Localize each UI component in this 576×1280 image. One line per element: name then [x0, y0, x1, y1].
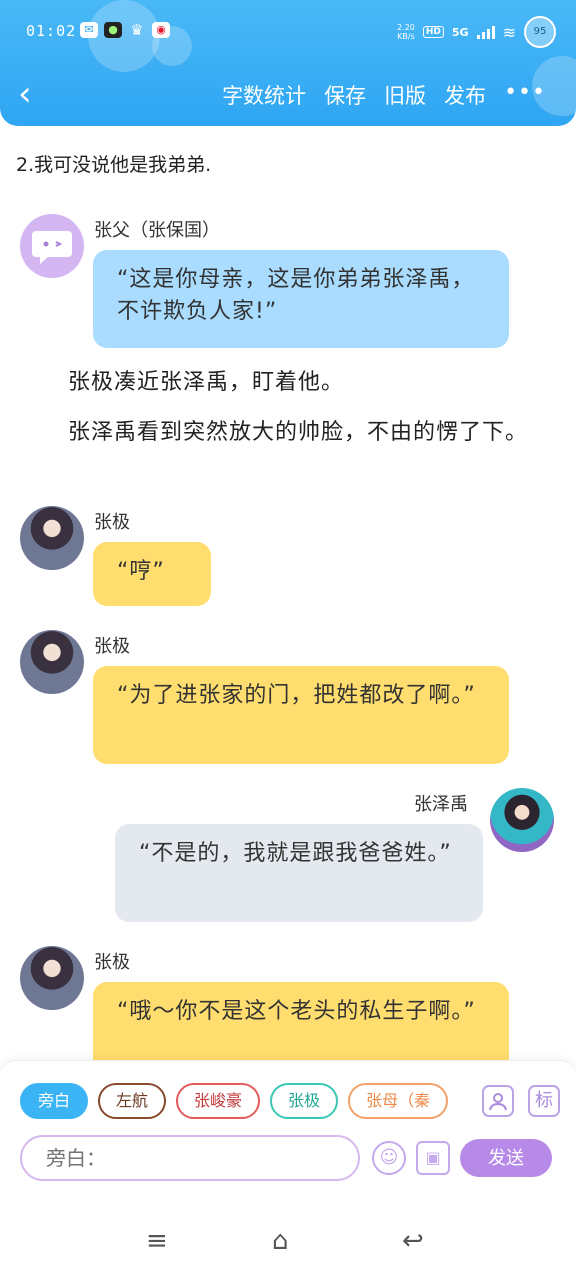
- toolbar: ‹ 字数统计 保存 旧版 发布 •••: [0, 74, 576, 118]
- message-icon: ✉: [80, 22, 98, 38]
- avatar-zhang-father[interactable]: [20, 214, 84, 278]
- image-icon[interactable]: ▣: [416, 1141, 450, 1175]
- status-time: 01:02: [26, 22, 77, 40]
- chat-bubble: “不是的，我就是跟我爸爸姓。”: [115, 824, 483, 922]
- avatar-zhang-ji[interactable]: [20, 946, 84, 1010]
- chat-bubble: “哼”: [93, 542, 211, 606]
- wifi-icon: ≋: [502, 22, 516, 42]
- status-right: 2.20 KB/s HD 5G ≋ 95: [397, 16, 556, 48]
- back-chevron-icon[interactable]: ‹: [18, 74, 32, 114]
- narration-line: 张泽禹看到突然放大的帅脸，不由的愣了下。: [68, 420, 529, 445]
- notification-icons: ✉ ● ♛ ◉: [80, 22, 170, 38]
- avatar-zhang-ji[interactable]: [20, 506, 84, 570]
- role-chip-narrator[interactable]: 旁白: [20, 1083, 89, 1119]
- speed-unit: KB/s: [397, 32, 415, 41]
- chat-bubble: “哦～你不是这个老头的私生子啊。”: [93, 982, 509, 1060]
- contact-icon-graphic: [489, 1093, 507, 1111]
- network-speed: 2.20 KB/s: [397, 23, 415, 41]
- send-button[interactable]: 发送: [460, 1139, 552, 1177]
- speaker-name: 张极: [94, 952, 130, 973]
- role-chip[interactable]: 张母（秦: [348, 1083, 449, 1119]
- avatar-zhang-ji[interactable]: [20, 630, 84, 694]
- home-icon[interactable]: ⌂: [272, 1226, 289, 1256]
- weibo-icon: ◉: [152, 22, 170, 38]
- speaker-name: 张极: [94, 636, 130, 657]
- chat-content[interactable]: 2.我可没说他是我弟弟. 张父（张保国） “这是你母亲，这是你弟弟张泽禹，不许欺…: [0, 126, 576, 1060]
- chat-bubble: “为了进张家的门，把姓都改了啊。”: [93, 666, 509, 764]
- narration-line: 张极凑近张泽禹，盯着他。: [68, 370, 345, 395]
- word-count-button[interactable]: 字数统计: [222, 80, 306, 110]
- app-header: 01:02 ✉ ● ♛ ◉ 2.20 KB/s HD 5G ≋ 95 ‹ 字数统…: [0, 0, 576, 126]
- contact-icon[interactable]: [482, 1085, 514, 1117]
- signal-icon: [476, 25, 495, 39]
- chat-bubble: “这是你母亲，这是你弟弟张泽禹，不许欺负人家!”: [93, 250, 509, 348]
- speed-value: 2.20: [397, 23, 415, 32]
- more-options-icon[interactable]: •••: [504, 80, 546, 110]
- role-chip[interactable]: 张峻豪: [176, 1083, 261, 1119]
- chapter-heading: 2.我可没说他是我弟弟.: [16, 154, 212, 176]
- battery-indicator: 95: [524, 16, 556, 48]
- status-bar: 01:02 ✉ ● ♛ ◉ 2.20 KB/s HD 5G ≋ 95: [0, 14, 576, 48]
- avatar-zhang-zeyu[interactable]: [490, 788, 554, 852]
- role-chip[interactable]: 张极: [270, 1083, 339, 1119]
- toolbar-actions: 字数统计 保存 旧版 发布 •••: [222, 80, 546, 110]
- role-chip[interactable]: 左航: [98, 1083, 167, 1119]
- return-icon[interactable]: ↩: [402, 1226, 424, 1256]
- message-input[interactable]: [20, 1135, 360, 1181]
- network-type: 5G: [451, 25, 469, 39]
- tag-button[interactable]: 标: [528, 1085, 560, 1117]
- input-panel: 旁白左航张峻豪张极张母（秦 标 ☺ ▣ 发送: [0, 1060, 576, 1212]
- hd-badge: HD: [422, 26, 444, 38]
- smiley-icon[interactable]: ☺: [372, 1141, 406, 1175]
- menu-icon[interactable]: ≡: [146, 1226, 168, 1256]
- speaker-name: 张泽禹: [414, 794, 468, 815]
- publish-button[interactable]: 发布: [444, 80, 486, 110]
- crown-icon: ♛: [130, 21, 144, 39]
- save-button[interactable]: 保存: [324, 80, 366, 110]
- speaker-name: 张极: [94, 512, 130, 533]
- old-version-button[interactable]: 旧版: [384, 80, 426, 110]
- role-chips: 旁白 左航 张峻豪 张极 张母（秦: [20, 1083, 466, 1123]
- speaker-name: 张父（张保国）: [94, 220, 220, 241]
- system-navigation-bar: ≡ ⌂ ↩: [0, 1212, 576, 1280]
- chat-bubble-icon: [32, 231, 72, 264]
- app-icon: ●: [104, 22, 122, 38]
